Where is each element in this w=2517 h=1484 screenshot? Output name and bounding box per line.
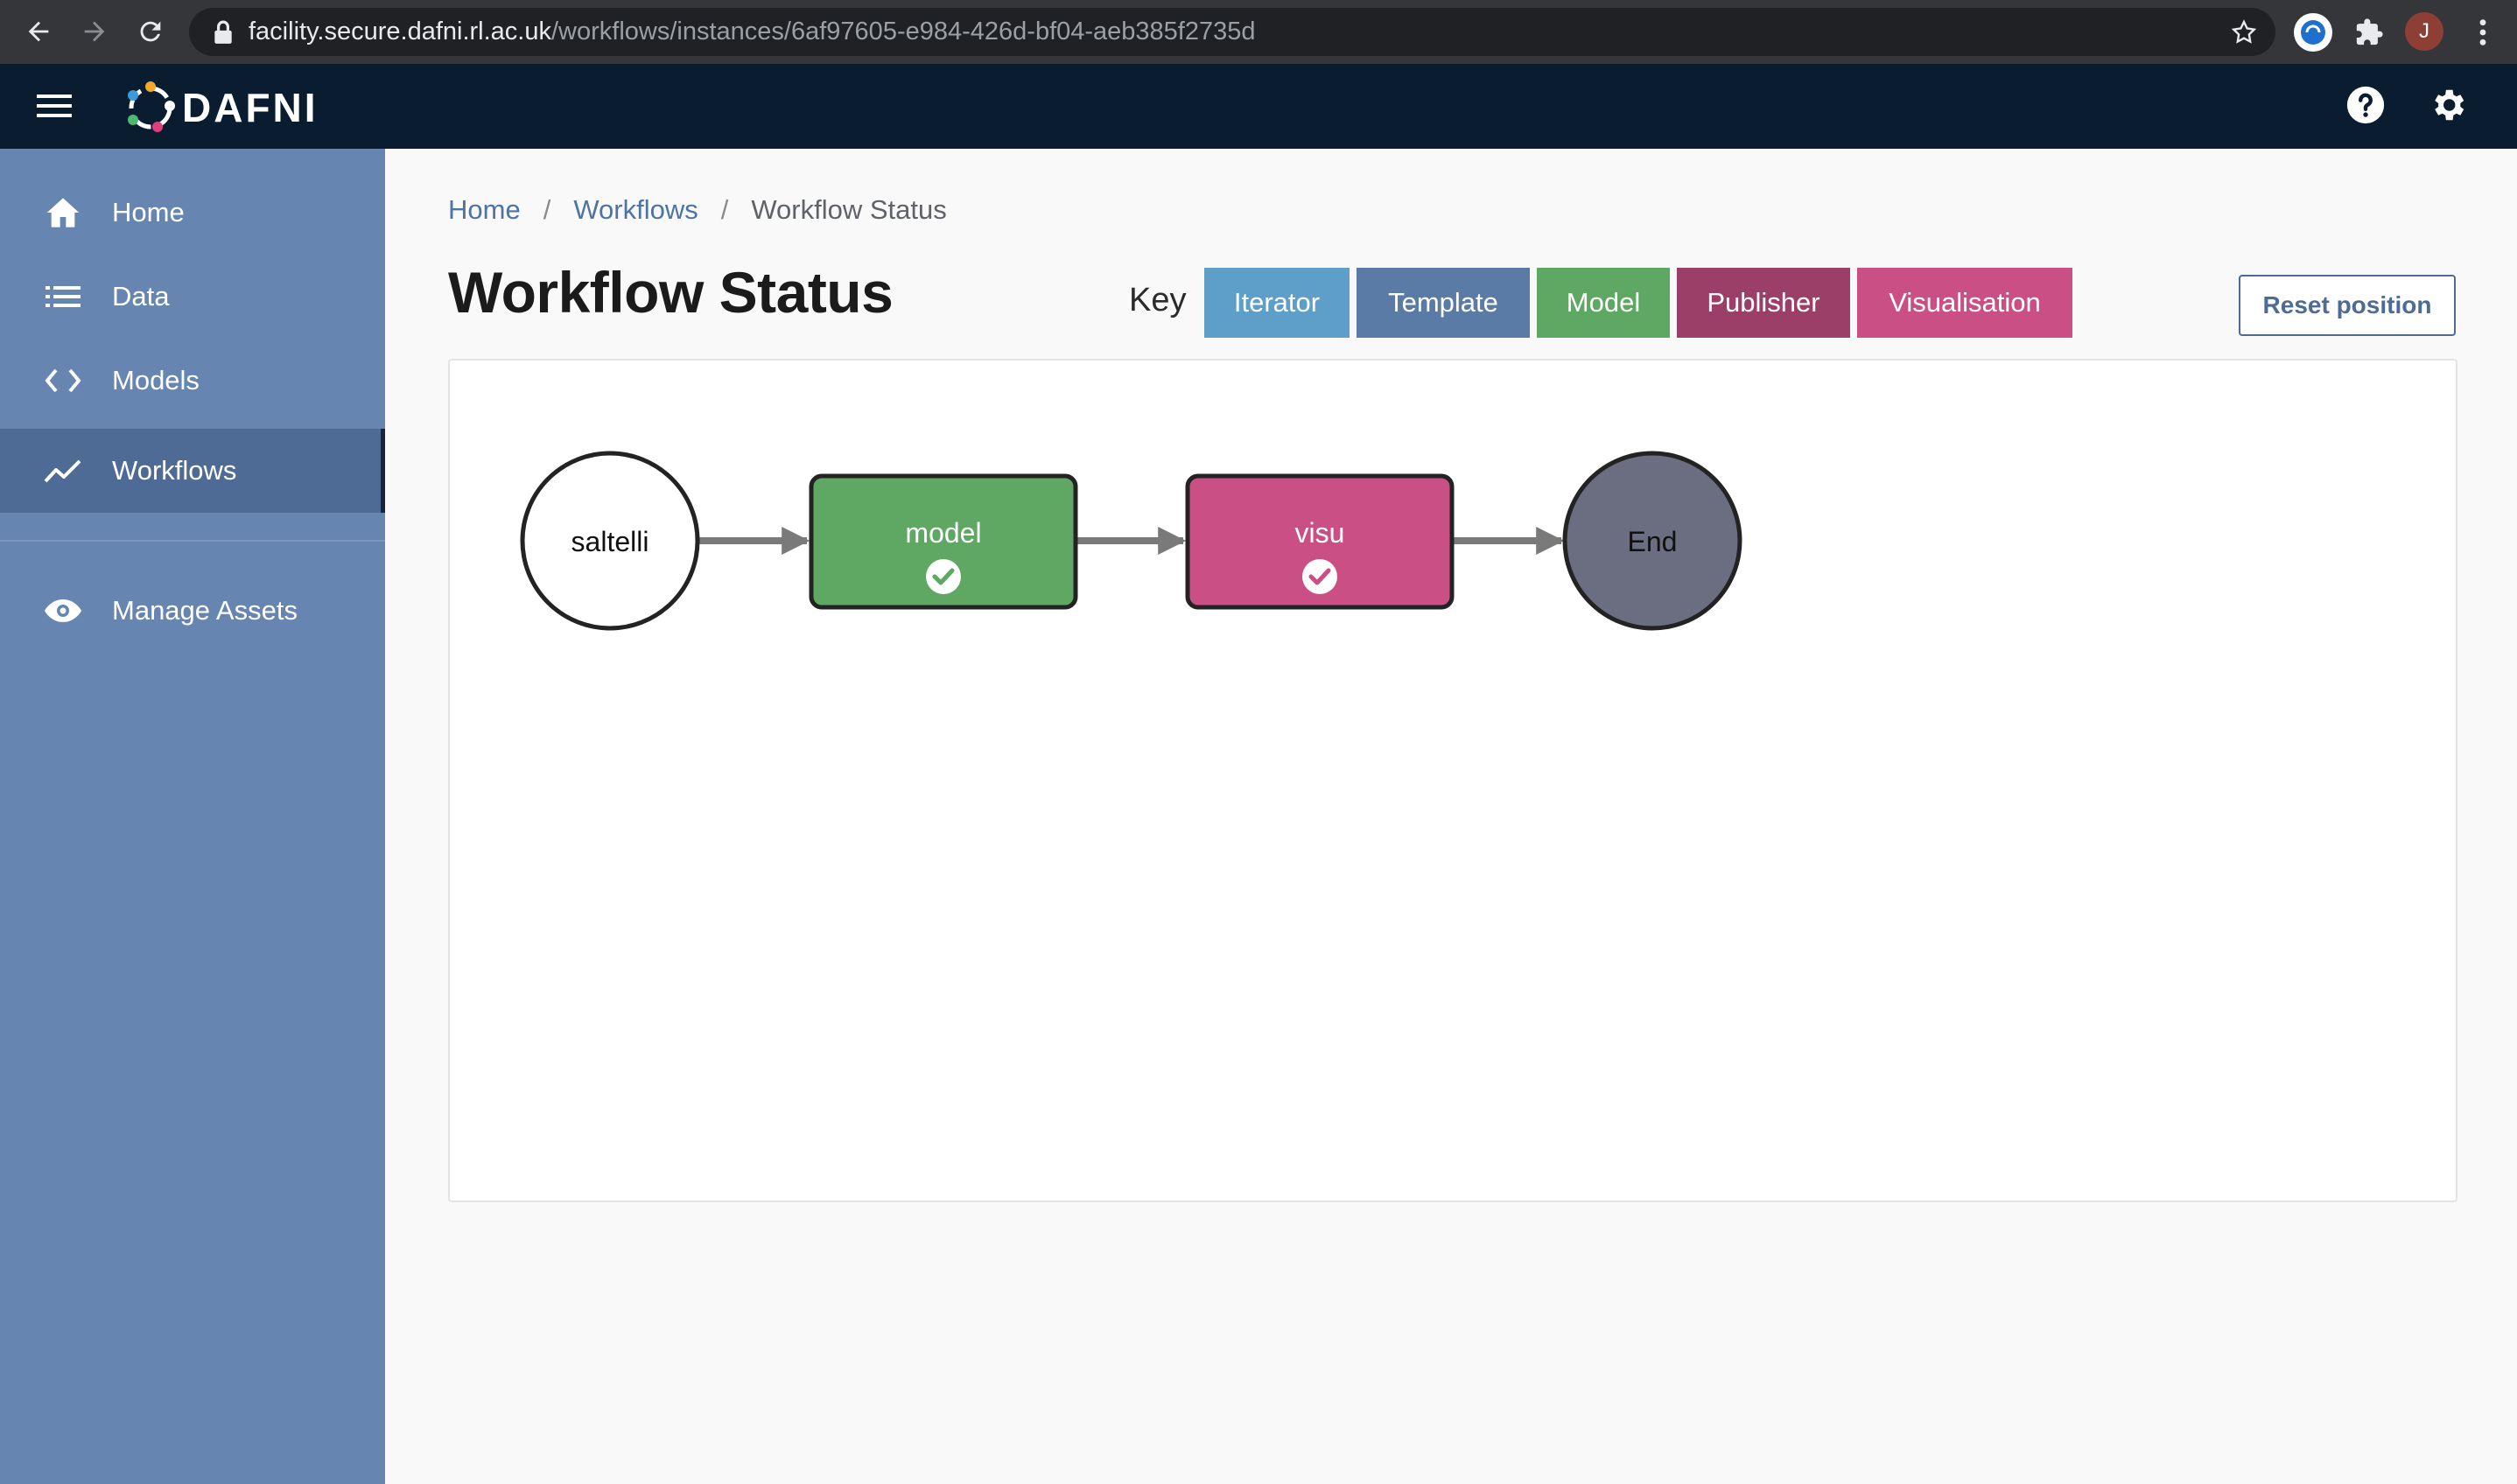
browser-menu-icon[interactable] <box>2463 12 2503 52</box>
url-text: facility.secure.dafni.rl.ac.uk/workflows… <box>249 18 1256 46</box>
sidebar-item-workflows[interactable]: Workflows <box>0 429 385 513</box>
sidebar-item-label: Manage Assets <box>112 595 298 626</box>
sidebar-item-models[interactable]: Models <box>0 339 385 423</box>
extension-icon[interactable] <box>2293 12 2333 52</box>
node-label: saltelli <box>571 526 649 557</box>
workflow-canvas[interactable]: saltelli model visu End <box>448 359 2457 1202</box>
key-chip-template: Template <box>1357 268 1530 338</box>
trend-icon <box>44 452 82 490</box>
breadcrumb-separator: / <box>543 194 551 225</box>
key-label: Key <box>1129 282 1187 318</box>
app-header: DAFNI <box>0 64 2517 149</box>
forward-icon[interactable] <box>75 12 114 51</box>
bookmark-star-icon[interactable] <box>2230 18 2258 51</box>
reload-icon[interactable] <box>131 12 170 51</box>
gear-icon[interactable] <box>2428 85 2468 130</box>
puzzle-extensions-icon[interactable] <box>2349 12 2389 52</box>
key-chip-model: Model <box>1537 268 1670 338</box>
list-icon <box>44 277 82 316</box>
node-label: visu <box>1295 517 1345 549</box>
workflow-diagram: saltelli model visu End <box>520 451 1742 631</box>
eye-icon <box>44 592 82 630</box>
key-chip-visualisation: Visualisation <box>1857 268 2072 338</box>
workflow-node-model[interactable]: model <box>809 473 1078 610</box>
workflow-node-visu[interactable]: visu <box>1185 473 1455 610</box>
breadcrumb-current: Workflow Status <box>751 194 947 225</box>
breadcrumb-home[interactable]: Home <box>448 194 521 226</box>
workflow-node-saltelli[interactable]: saltelli <box>520 451 700 631</box>
dafni-logo[interactable]: DAFNI <box>123 80 319 136</box>
url-path: /workflows/instances/6af97605-e984-426d-… <box>551 18 1256 46</box>
help-icon[interactable] <box>2345 85 2386 130</box>
profile-avatar[interactable]: J <box>2405 12 2443 51</box>
workflow-node-end[interactable]: End <box>1562 451 1742 631</box>
check-circle-icon <box>1302 559 1337 594</box>
reset-position-button[interactable]: Reset position <box>2239 275 2456 336</box>
key-chip-publisher: Publisher <box>1677 268 1850 338</box>
address-bar[interactable]: facility.secure.dafni.rl.ac.uk/workflows… <box>189 8 2275 56</box>
sidebar-item-label: Models <box>112 365 200 396</box>
browser-toolbar: facility.secure.dafni.rl.ac.uk/workflows… <box>0 0 2517 64</box>
node-label: End <box>1628 526 1678 557</box>
breadcrumb-separator: / <box>720 194 729 225</box>
key-chip-iterator: Iterator <box>1204 268 1350 338</box>
lock-icon <box>212 20 235 49</box>
sidebar-item-data[interactable]: Data <box>0 255 385 339</box>
sidebar-item-label: Data <box>112 281 170 312</box>
breadcrumb-workflows[interactable]: Workflows <box>573 194 698 226</box>
dafni-logo-mark-icon <box>128 81 175 132</box>
page-title: Workflow Status <box>448 260 894 325</box>
sidebar: Home Data Models Workflows Manage Assets <box>0 149 385 1484</box>
sidebar-divider <box>0 540 385 542</box>
sidebar-item-label: Home <box>112 197 185 228</box>
node-label: model <box>905 517 981 549</box>
menu-icon[interactable] <box>37 90 72 126</box>
url-host: facility.secure.dafni.rl.ac.uk <box>249 18 551 46</box>
logo-text: DAFNI <box>182 85 319 130</box>
sidebar-item-home[interactable]: Home <box>0 171 385 255</box>
code-icon <box>44 361 82 400</box>
sidebar-item-label: Workflows <box>112 455 237 486</box>
back-icon[interactable] <box>19 12 58 51</box>
home-icon <box>44 193 82 232</box>
check-circle-icon <box>926 559 961 594</box>
breadcrumb: Home / Workflows / Workflow Status <box>448 194 947 226</box>
sidebar-item-manage-assets[interactable]: Manage Assets <box>0 569 385 653</box>
